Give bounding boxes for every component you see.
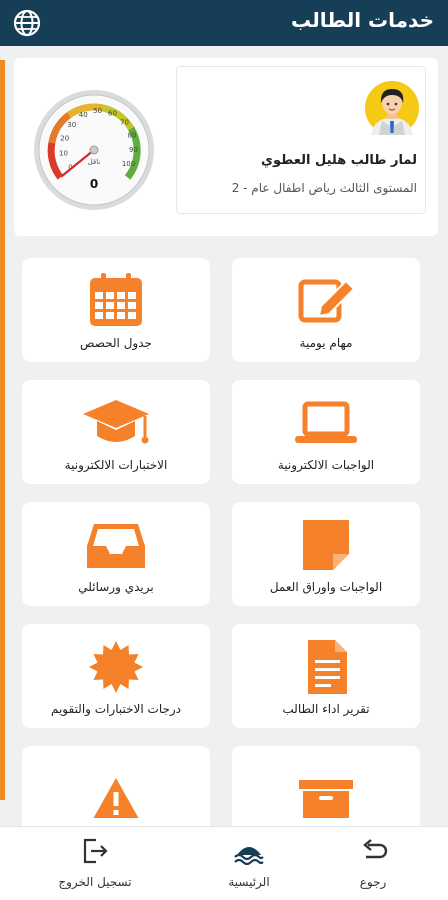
gauge-tick: 50 (93, 107, 102, 115)
tile-label: الواجبات الالكترونية (277, 458, 375, 472)
gauge-tick: 60 (108, 110, 117, 118)
student-info[interactable]: لمار طالب هليل العطوي المستوى الثالث ريا… (176, 66, 426, 214)
home-icon (234, 847, 264, 865)
edit-icon (298, 279, 356, 323)
logout-icon (83, 838, 108, 864)
tile-label: مهام يومية (299, 336, 353, 350)
gauge-tick: 100 (122, 160, 135, 168)
tile-exam-grades[interactable]: درجات الاختبارات والتقويم (22, 624, 210, 728)
profile-card: لمار طالب هليل العطوي المستوى الثالث ريا… (14, 58, 438, 236)
laptop-icon (295, 401, 357, 443)
student-name: لمار طالب هليل العطوي (261, 153, 417, 168)
tile-worksheets[interactable]: الواجبات واوراق العمل (232, 502, 420, 606)
tile-mail-messages[interactable]: بريدي ورسائلي (22, 502, 210, 606)
nav-logout[interactable]: تسجيل الخروج (20, 827, 170, 900)
tile-class-schedule[interactable]: جدول الحصص (22, 258, 210, 362)
gauge-tick: 70 (120, 118, 129, 126)
tile-performance-report[interactable]: تقرير اداء الطالب (232, 624, 420, 728)
tile-e-exams[interactable]: الاختبارات الالكترونية (22, 380, 210, 484)
page-title: خدمات الطالب (291, 8, 434, 32)
nav-home[interactable]: الرئيسية (174, 827, 324, 900)
gauge-tick: 10 (59, 150, 68, 158)
tile-label: بريدي ورسائلي (78, 580, 154, 594)
tile-label: الواجبات واوراق العمل (269, 580, 383, 594)
performance-gauge: 0 10 20 30 40 50 60 70 80 90 100 ناقل 0 (34, 90, 154, 210)
inbox-icon (87, 524, 145, 568)
tile-label: تقرير اداء الطالب (282, 702, 370, 716)
badge-icon (89, 641, 143, 693)
back-arrow-icon (363, 839, 388, 859)
tile-label: الاختبارات الالكترونية (64, 458, 168, 472)
tile-label: درجات الاختبارات والتقويم (50, 702, 182, 716)
student-avatar-icon (365, 81, 419, 135)
gauge-tick: 80 (128, 131, 137, 139)
globe-icon[interactable] (12, 8, 42, 38)
gauge-tick: 40 (79, 111, 88, 119)
graduation-cap-icon (83, 400, 149, 444)
gauge-tick: 90 (129, 146, 138, 154)
gauge-value: 0 (90, 177, 98, 191)
tile-e-homework[interactable]: الواجبات الالكترونية (232, 380, 420, 484)
side-accent-bar (0, 60, 5, 800)
bottom-navigation: رجوع الرئيسية تسجيل الخروج (0, 826, 448, 900)
nav-home-label: الرئيسية (228, 875, 270, 889)
warning-icon (93, 778, 139, 818)
tile-label: جدول الحصص (80, 336, 152, 350)
gauge-tick: 30 (67, 121, 76, 129)
gauge-tick: 20 (60, 135, 69, 143)
tile-daily-tasks[interactable]: مهام يومية (232, 258, 420, 362)
document-icon (308, 640, 347, 694)
note-icon (303, 520, 349, 570)
app-header: خدمات الطالب (0, 0, 448, 46)
student-level: المستوى الثالث رياض اطفال عام - 2 (231, 181, 417, 195)
calendar-icon (90, 273, 142, 326)
archive-icon (299, 780, 353, 818)
gauge-caption: ناقل (88, 158, 101, 166)
nav-logout-label: تسجيل الخروج (58, 875, 132, 889)
